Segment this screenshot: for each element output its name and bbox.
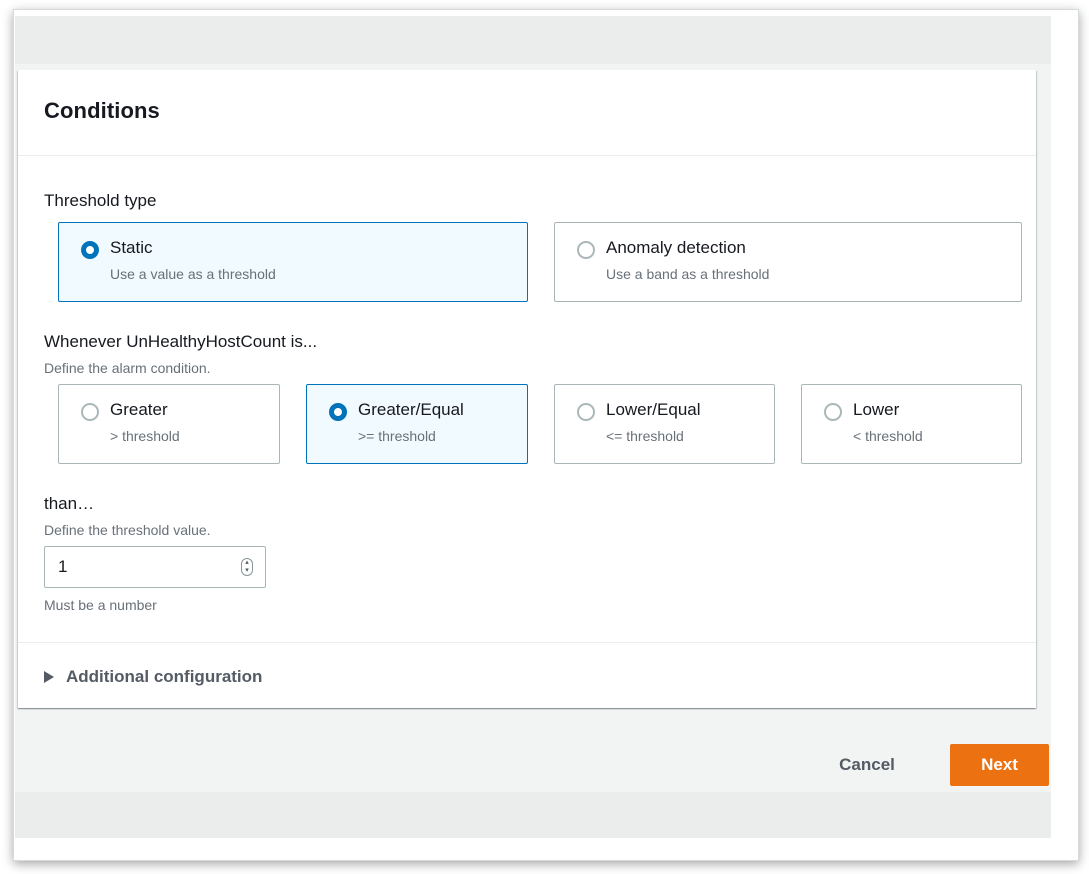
condition-lower-tile[interactable]: Lower < threshold: [801, 384, 1022, 464]
radio-selected-icon[interactable]: [329, 403, 347, 421]
number-spinner-icon[interactable]: ▴ ▾: [241, 558, 253, 576]
radio-unselected-icon[interactable]: [81, 403, 99, 421]
threshold-type-static-tile[interactable]: Static Use a value as a threshold: [58, 222, 528, 302]
tile-title: Lower/Equal: [606, 400, 701, 419]
tile-subtitle: Use a value as a threshold: [110, 266, 276, 282]
tile-title: Greater/Equal: [358, 400, 464, 419]
top-band: [15, 16, 1051, 64]
threshold-value: 1: [58, 557, 68, 576]
tile-title: Anomaly detection: [606, 238, 746, 257]
caret-right-icon: [44, 671, 54, 683]
radio-selected-icon[interactable]: [81, 241, 99, 259]
threshold-type-anomaly-tile[interactable]: Anomaly detection Use a band as a thresh…: [554, 222, 1022, 302]
panel-footer: Additional configuration: [18, 642, 1036, 708]
panel-header: Conditions: [18, 70, 1036, 156]
cancel-button[interactable]: Cancel: [822, 745, 912, 785]
tile-subtitle: Use a band as a threshold: [606, 266, 770, 282]
tile-title: Lower: [853, 400, 900, 419]
radio-unselected-icon[interactable]: [577, 403, 595, 421]
threshold-value-hint: Must be a number: [44, 597, 157, 613]
next-button[interactable]: Next: [950, 744, 1049, 786]
condition-label: Whenever UnHealthyHostCount is...: [44, 332, 318, 351]
threshold-value-input[interactable]: 1 ▴ ▾: [44, 546, 266, 588]
tile-title: Greater: [110, 400, 168, 419]
radio-unselected-icon[interactable]: [824, 403, 842, 421]
additional-configuration-expander[interactable]: Additional configuration: [44, 667, 262, 687]
tile-title: Static: [110, 238, 153, 257]
condition-lower-equal-tile[interactable]: Lower/Equal <= threshold: [554, 384, 775, 464]
tile-subtitle: > threshold: [110, 428, 180, 444]
condition-description: Define the alarm condition.: [44, 360, 211, 376]
condition-greater-equal-tile[interactable]: Greater/Equal >= threshold: [306, 384, 528, 464]
threshold-value-description: Define the threshold value.: [44, 522, 211, 538]
bottom-band: [15, 792, 1051, 838]
panel-title: Conditions: [44, 98, 160, 123]
tile-subtitle: < threshold: [853, 428, 923, 444]
conditions-panel: Conditions Threshold type Static Use a v…: [18, 70, 1036, 708]
threshold-value-label: than…: [44, 494, 95, 513]
radio-unselected-icon[interactable]: [577, 241, 595, 259]
condition-greater-tile[interactable]: Greater > threshold: [58, 384, 280, 464]
tile-subtitle: <= threshold: [606, 428, 684, 444]
tile-subtitle: >= threshold: [358, 428, 436, 444]
additional-configuration-label: Additional configuration: [66, 667, 263, 686]
threshold-type-label: Threshold type: [44, 191, 157, 210]
